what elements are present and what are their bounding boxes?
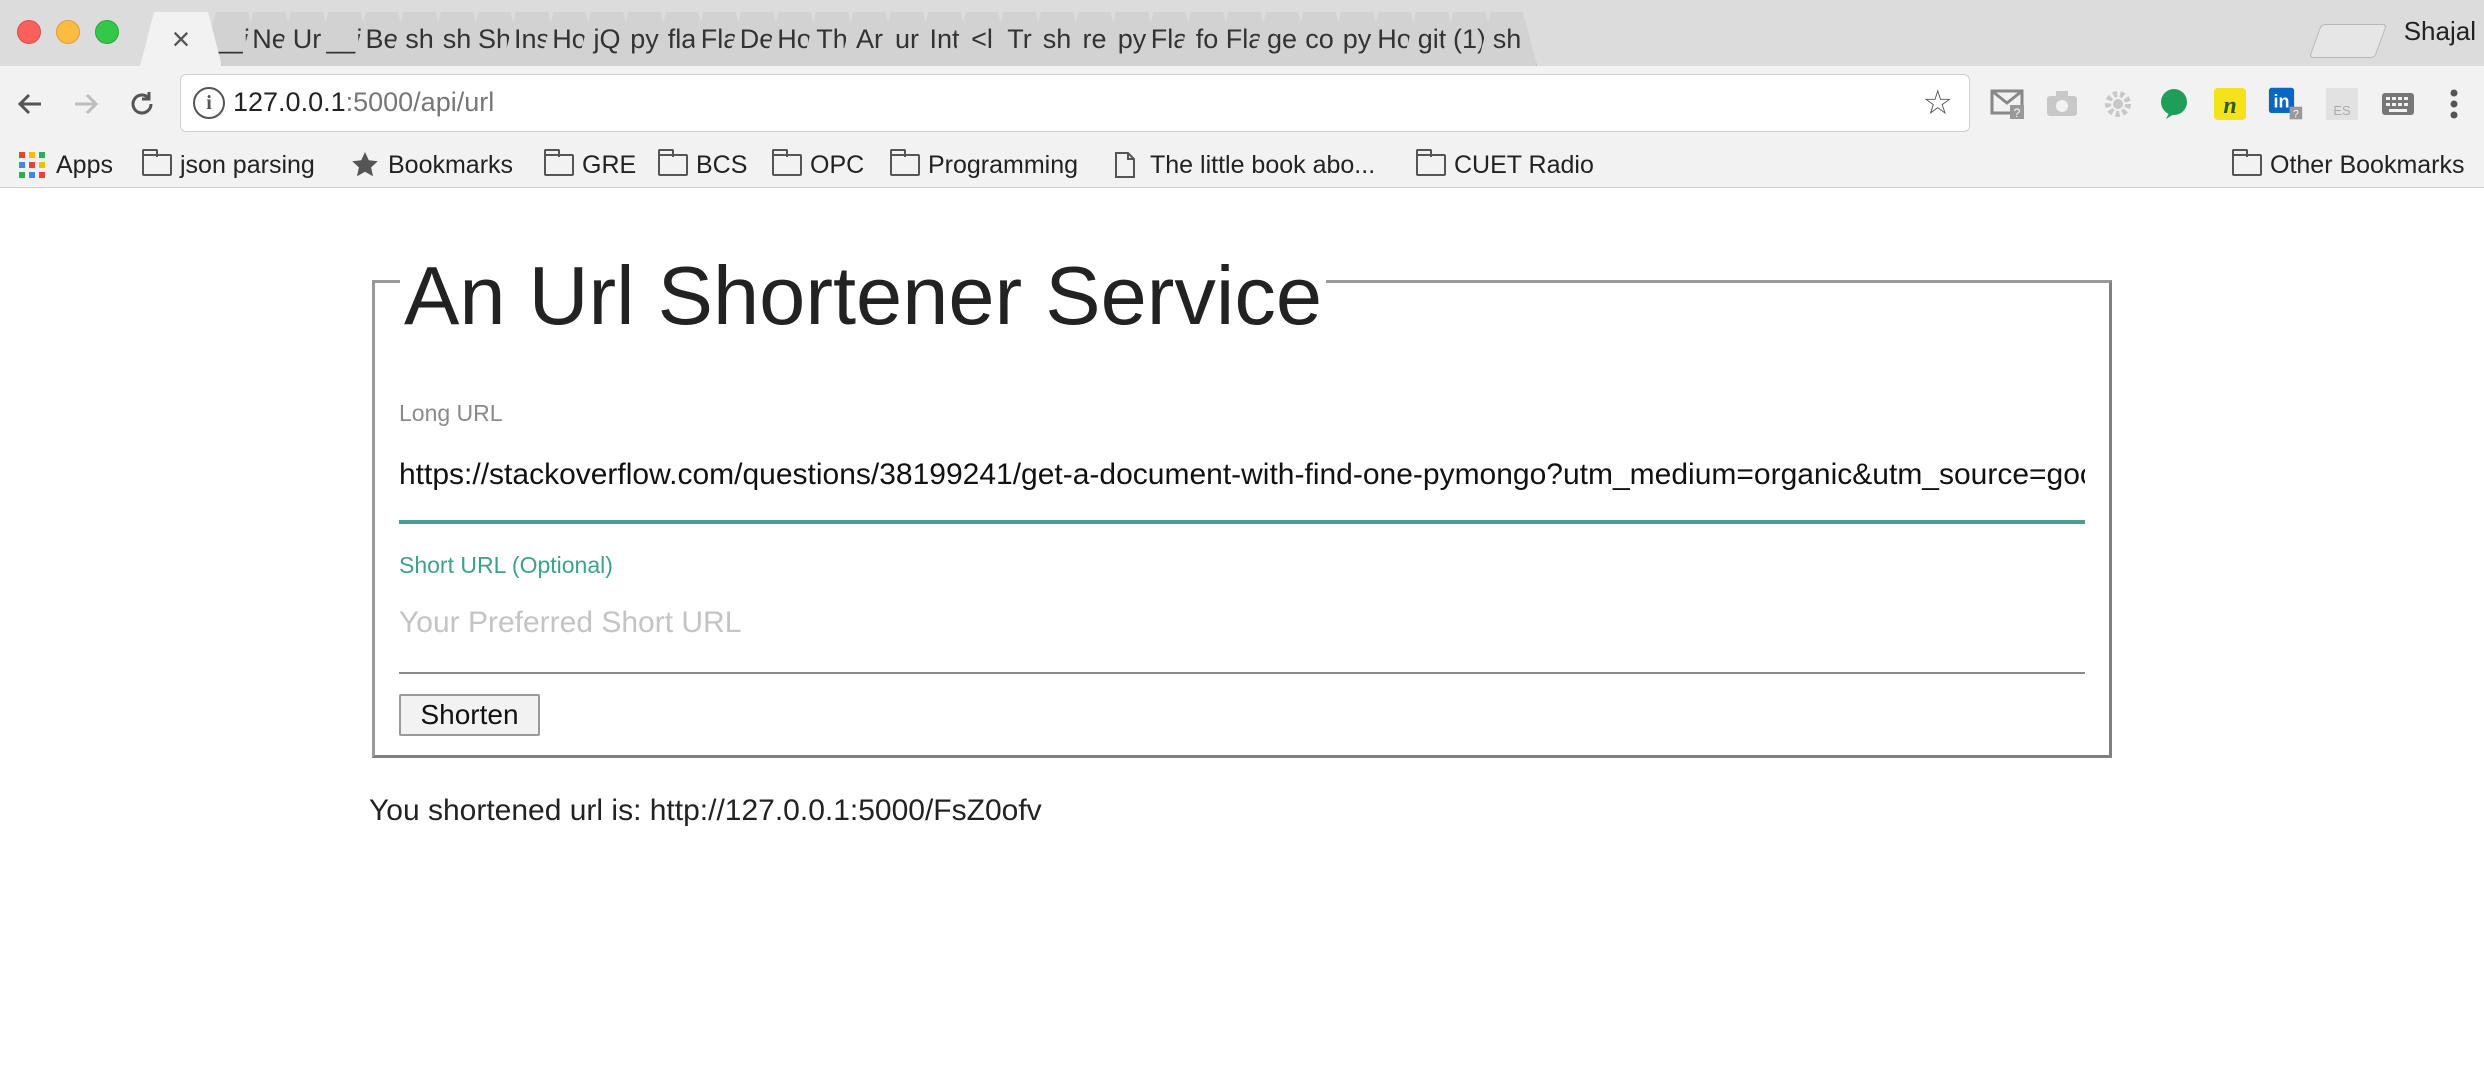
long-url-label: Long URL — [399, 400, 503, 426]
tab-label: Ur — [292, 24, 322, 54]
tab-label: Ar — [856, 24, 883, 54]
tab-label: Tr — [1007, 24, 1032, 54]
folder-icon — [142, 149, 172, 176]
tab-label: co — [1305, 24, 1334, 54]
tab-label: ge — [1266, 24, 1298, 54]
svg-text:ES: ES — [2333, 103, 2351, 118]
bookmark-bookmarks[interactable]: Bookmarks — [350, 148, 513, 182]
tab-label: fla — [667, 24, 697, 54]
bookmark-gre[interactable]: GRE — [544, 148, 636, 182]
tab-strip: × __i Ne Ur __i Be sh sh Sh Ins Ho jQ py fla Fla De Ho Th… — [0, 0, 2484, 66]
tab-label: Be — [365, 24, 399, 54]
forward-button[interactable] — [64, 82, 108, 126]
back-arrow-icon — [17, 93, 41, 115]
bookmark-star-icon[interactable]: ☆ — [1923, 83, 1953, 123]
apps-grid-icon — [19, 152, 45, 178]
tab-label: py — [1342, 24, 1372, 54]
linkedin-icon[interactable]: in? — [2268, 86, 2304, 122]
star-icon — [352, 152, 378, 177]
bookmark-label: OPC — [810, 150, 865, 179]
window-close-button[interactable] — [17, 20, 41, 44]
address-bar[interactable]: i 127.0.0.1:5000/api/url ☆ — [180, 74, 1970, 132]
bookmark-label: Other Bookmarks — [2270, 150, 2465, 179]
bookmark-label: The little book abo... — [1150, 150, 1376, 179]
bookmark-label: GRE — [582, 150, 637, 179]
page-icon — [1115, 152, 1135, 178]
tab-label: ur — [894, 24, 919, 54]
keyboard-icon[interactable] — [2380, 86, 2416, 122]
shorten-button[interactable]: Shorten — [399, 694, 540, 736]
bookmark-label: Apps — [56, 150, 113, 179]
tab-label: sh — [1492, 24, 1522, 54]
bookmark-apps[interactable]: Apps — [18, 148, 113, 182]
camera-icon[interactable] — [2044, 86, 2080, 122]
bookmark-label: json parsing — [180, 150, 315, 179]
short-url-label: Short URL (Optional) — [399, 552, 613, 578]
folder-icon — [2232, 149, 2262, 176]
reload-button[interactable] — [120, 82, 164, 126]
forward-arrow-icon — [75, 93, 99, 115]
bookmark-cuet-radio[interactable]: CUET Radio — [1416, 148, 1594, 182]
tab-close-icon[interactable]: × — [172, 21, 191, 57]
bookmark-label: BCS — [696, 150, 748, 179]
short-url-placeholder: Your Preferred Short URL — [399, 606, 742, 639]
browser-toolbar: i 127.0.0.1:5000/api/url ☆ ? n in? ES — [0, 66, 2484, 142]
tab-label: sh — [405, 24, 434, 54]
tab-label: py — [630, 24, 659, 54]
back-button[interactable] — [8, 82, 52, 126]
folder-icon — [890, 149, 920, 176]
page-title: An Url Shortener Service — [400, 248, 1326, 344]
folder-icon — [544, 149, 574, 176]
profile-name[interactable]: Shajal — [2404, 16, 2476, 47]
tab-label: jQ — [593, 24, 621, 54]
tab-label: Sh — [477, 24, 512, 54]
folder-icon — [772, 149, 802, 176]
tab-label: <l — [971, 24, 993, 54]
bookmark-other-bookmarks[interactable]: Other Bookmarks — [2232, 148, 2465, 182]
tab-label: Int — [929, 24, 960, 54]
svg-text:n: n — [2223, 93, 2236, 119]
tab-label: re — [1082, 24, 1107, 54]
window-minimize-button[interactable] — [56, 20, 80, 44]
tab-active[interactable]: × — [140, 12, 222, 66]
long-url-input[interactable]: https://stackoverflow.com/questions/3819… — [399, 450, 2085, 524]
tab-label: sh — [442, 24, 472, 54]
bookmark-label: Programming — [928, 150, 1079, 179]
tab-label: py — [1117, 24, 1147, 54]
folder-icon — [658, 149, 688, 176]
gmail-checker-icon[interactable]: ? — [1990, 86, 2026, 122]
bookmark-opc[interactable]: OPC — [772, 148, 864, 182]
green-circle-icon[interactable] — [2156, 86, 2192, 122]
tab-label: git — [1417, 24, 1447, 54]
new-tab-button[interactable] — [2308, 24, 2388, 58]
folder-icon — [1416, 149, 1446, 176]
address-path: :5000/api/url — [345, 87, 495, 117]
svg-text:?: ? — [2293, 109, 2299, 121]
reload-icon — [131, 92, 153, 115]
tab-label: sh — [1042, 24, 1072, 54]
bookmark-programming[interactable]: Programming — [890, 148, 1078, 182]
tab-label: (1) — [1453, 24, 1486, 54]
yellow-n-icon[interactable]: n — [2212, 86, 2248, 122]
window-maximize-button[interactable] — [95, 20, 119, 44]
tab-label: fo — [1195, 24, 1219, 54]
settings-gear-icon[interactable] — [2100, 86, 2136, 122]
bookmarks-bar: Apps json parsing Bookmarks GRE BCS OPC … — [0, 142, 2484, 188]
bookmark-label: Bookmarks — [388, 150, 514, 179]
bookmark-little-book[interactable]: The little book abo... — [1114, 148, 1375, 182]
menu-dots-icon[interactable] — [2436, 86, 2472, 122]
bookmark-label: CUET Radio — [1454, 150, 1594, 179]
bookmark-bcs[interactable]: BCS — [658, 148, 747, 182]
bookmark-json-parsing[interactable]: json parsing — [142, 148, 315, 182]
address-host: 127.0.0.1 — [233, 87, 346, 117]
svg-text:in: in — [2274, 92, 2290, 112]
short-url-input[interactable]: Your Preferred Short URL — [399, 606, 2085, 674]
tab-label: Th — [816, 24, 848, 54]
es-icon[interactable]: ES — [2324, 86, 2360, 122]
site-info-icon[interactable]: i — [193, 87, 225, 119]
svg-text:?: ? — [2014, 106, 2021, 120]
address-url[interactable]: 127.0.0.1:5000/api/url — [233, 87, 494, 118]
shortened-url-result: You shortened url is: http://127.0.0.1:5… — [369, 794, 1042, 827]
